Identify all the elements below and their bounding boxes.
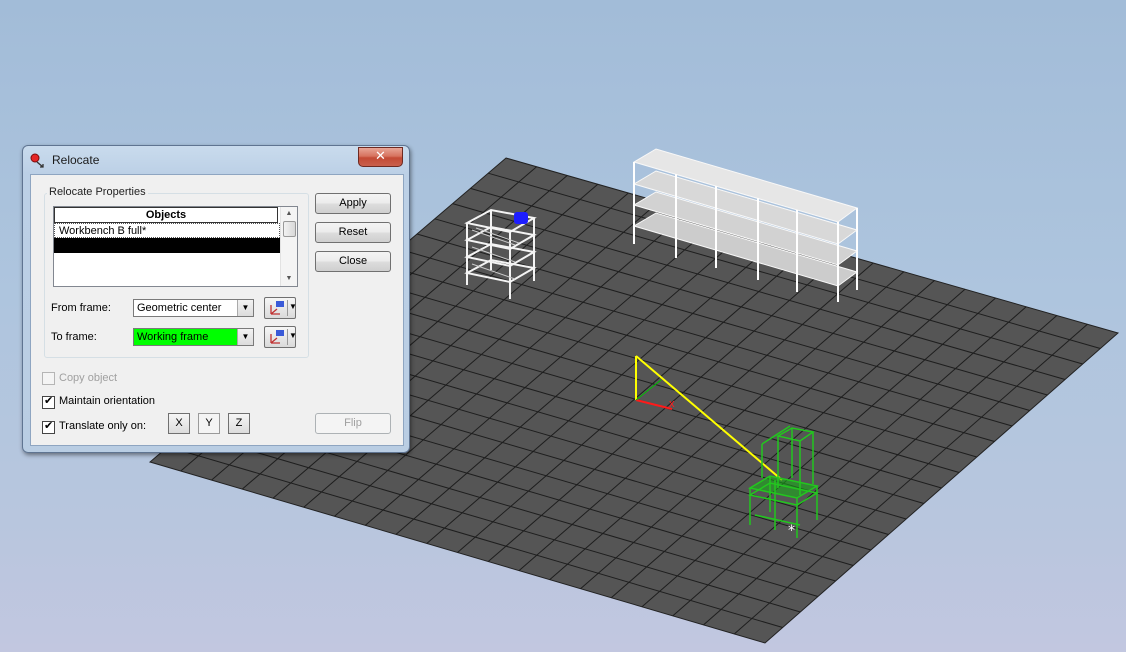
blue-box-object[interactable]: [514, 212, 528, 224]
from-frame-value: Geometric center: [137, 302, 222, 314]
axis-x-toggle[interactable]: X: [168, 413, 190, 434]
scroll-down-icon[interactable]: ▼: [281, 272, 297, 286]
list-item[interactable]: [54, 238, 280, 253]
to-frame-value: Working frame: [137, 331, 209, 343]
translate-only-on-label: Translate only on:: [59, 420, 147, 432]
axis-y-toggle[interactable]: Y: [198, 413, 220, 434]
maintain-orientation-checkbox[interactable]: ✔: [42, 394, 55, 409]
title-bar[interactable]: Relocate ✕: [23, 146, 409, 174]
objects-column-header[interactable]: Objects: [54, 207, 278, 223]
window-title: Relocate: [52, 153, 100, 167]
apply-button[interactable]: Apply: [315, 193, 391, 214]
checkmark-icon: ✔: [44, 419, 54, 432]
svg-text:x: x: [669, 398, 675, 410]
reset-button[interactable]: Reset: [315, 222, 391, 243]
to-frame-label: To frame:: [51, 331, 97, 343]
copy-object-label: Copy object: [59, 372, 118, 384]
frame-picker-icon: [270, 330, 284, 344]
list-item[interactable]: Workbench B full*: [54, 223, 280, 238]
relocate-properties-label: Relocate Properties: [47, 186, 148, 198]
chevron-down-icon[interactable]: ▼: [237, 300, 253, 316]
dialog-client-area: Relocate Properties Objects Workbench B …: [30, 174, 404, 446]
scroll-thumb[interactable]: [283, 221, 296, 237]
checkmark-icon: ✔: [44, 394, 54, 407]
axis-z-toggle[interactable]: Z: [228, 413, 250, 434]
chevron-down-icon[interactable]: ▼: [237, 329, 253, 345]
close-window-button[interactable]: ✕: [358, 147, 403, 167]
close-button[interactable]: Close: [315, 251, 391, 272]
frame-picker-icon: [270, 301, 284, 315]
to-frame-picker-button[interactable]: ▼: [264, 326, 297, 348]
maintain-orientation-label: Maintain orientation: [59, 395, 156, 407]
from-frame-picker-button[interactable]: ▼: [264, 297, 297, 319]
dropdown-caret-icon: ▼: [289, 302, 297, 311]
objects-list-scrollbar[interactable]: ▲ ▼: [280, 207, 297, 286]
relocate-icon: [30, 153, 44, 168]
snap-marker: *: [788, 523, 795, 539]
copy-object-checkbox[interactable]: [42, 372, 55, 385]
scroll-up-icon[interactable]: ▲: [281, 207, 297, 221]
from-frame-label: From frame:: [51, 302, 111, 314]
flip-button[interactable]: Flip: [315, 413, 391, 434]
from-frame-dropdown[interactable]: Geometric center ▼: [133, 299, 254, 317]
to-frame-dropdown[interactable]: Working frame ▼: [133, 328, 254, 346]
objects-list[interactable]: Objects Workbench B full* ▲ ▼: [53, 206, 298, 287]
translate-only-on-checkbox[interactable]: ✔: [42, 419, 55, 434]
dropdown-caret-icon: ▼: [289, 331, 297, 340]
close-icon: ✕: [375, 149, 386, 164]
relocate-dialog: Relocate ✕ Relocate Properties Objects W…: [22, 145, 410, 453]
